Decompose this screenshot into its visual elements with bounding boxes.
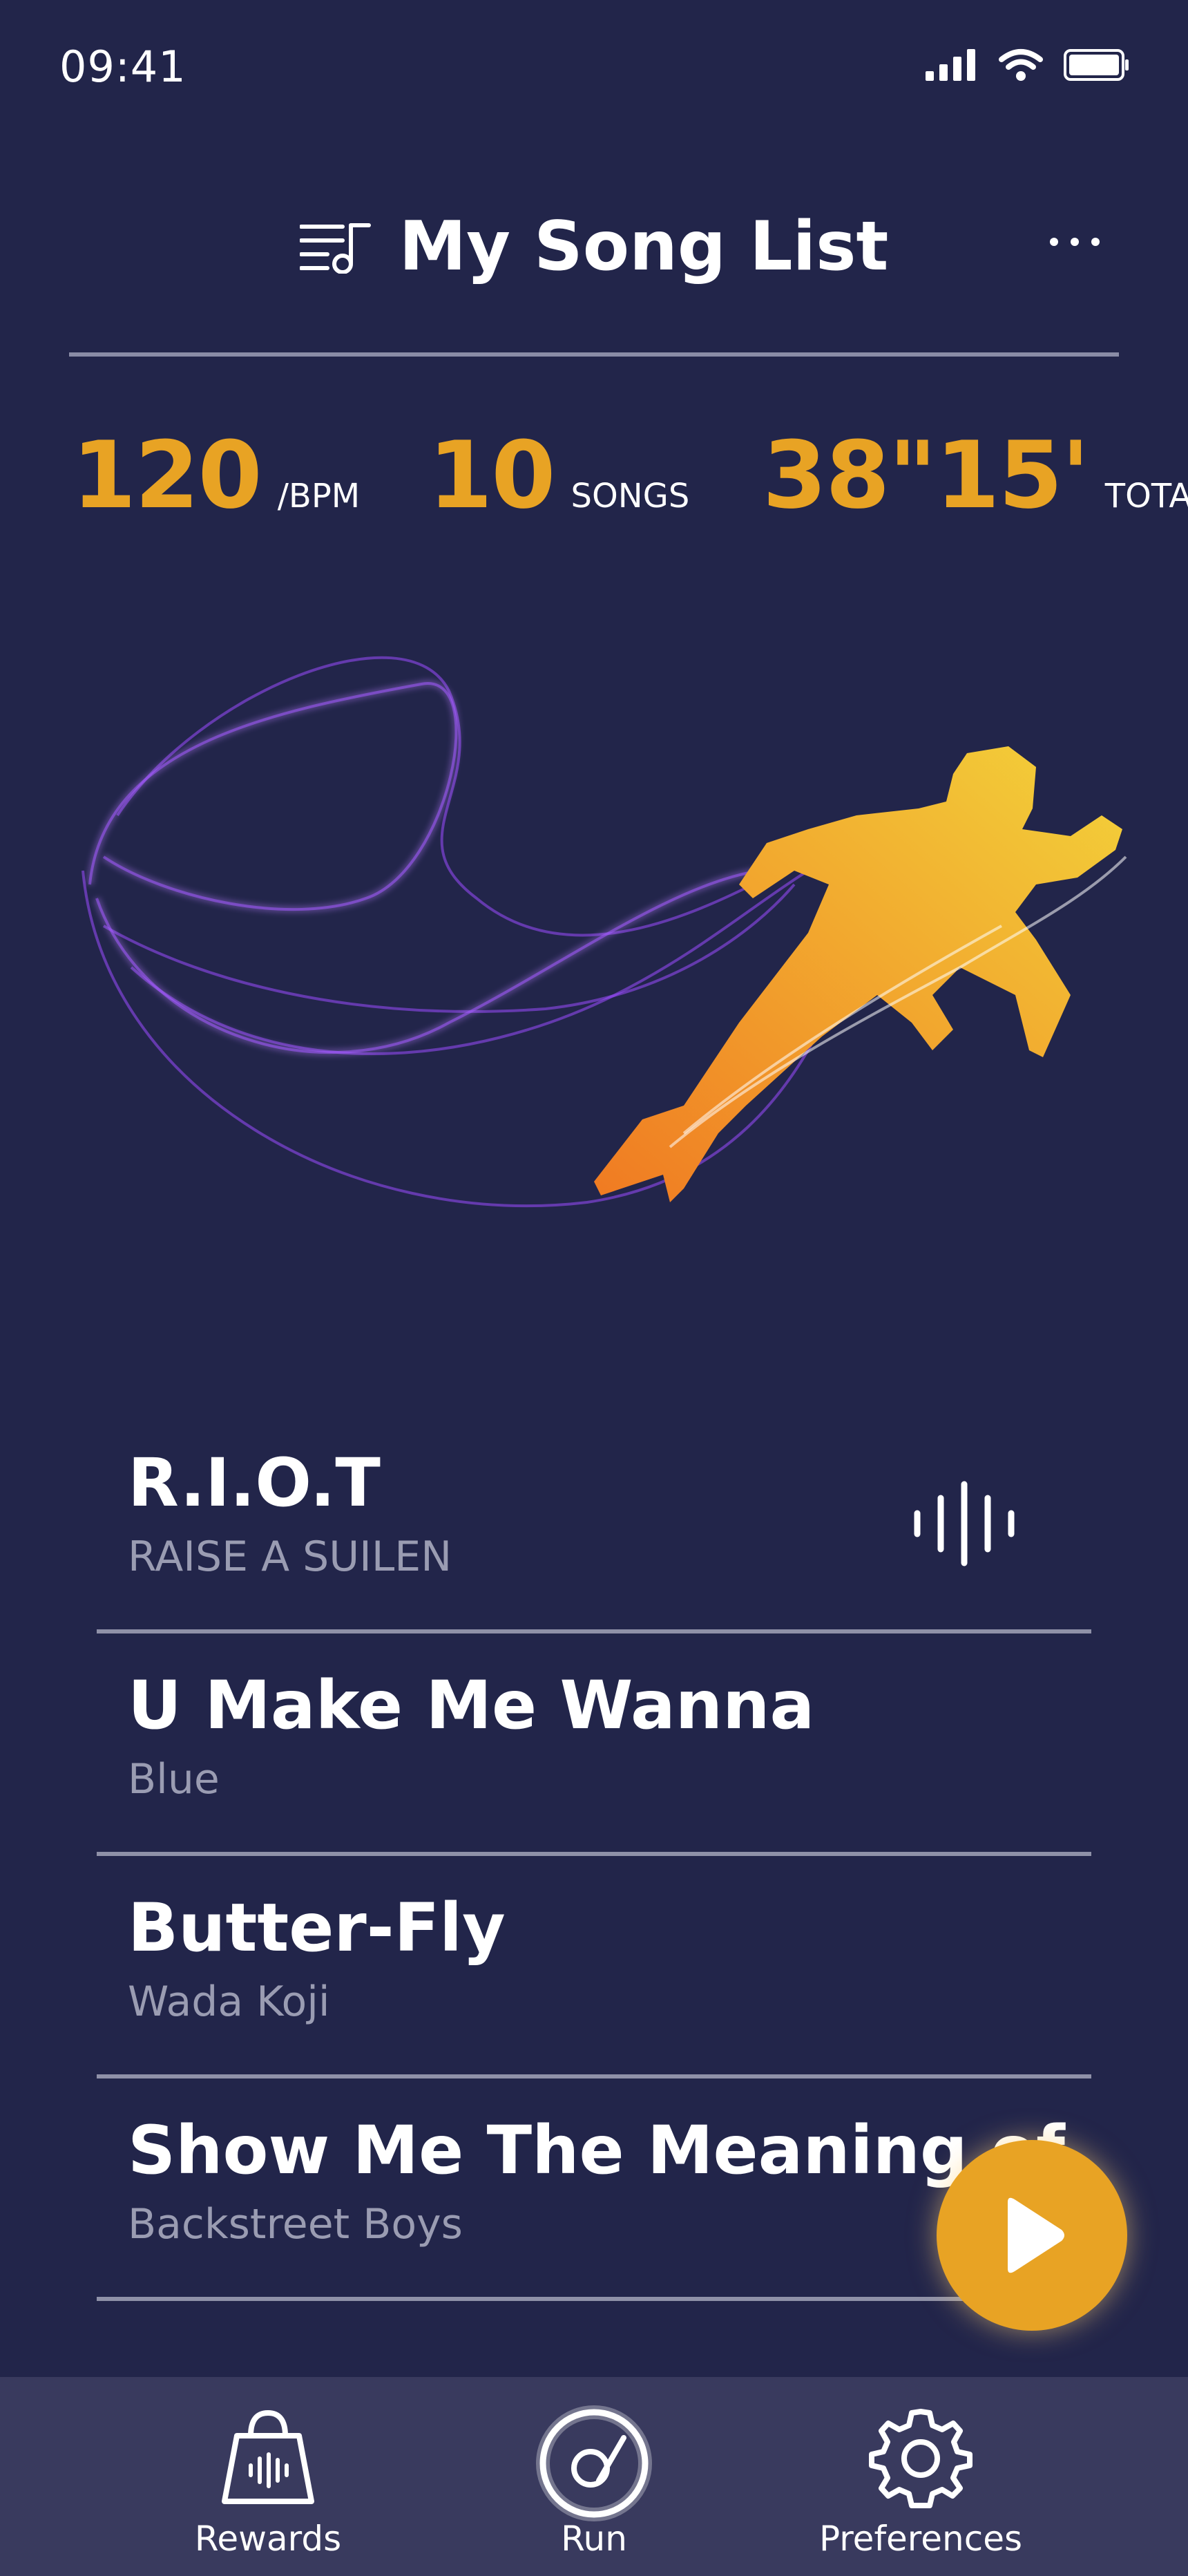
tab-label: Run bbox=[561, 2519, 627, 2559]
wifi-icon bbox=[999, 49, 1043, 81]
page-title: My Song List bbox=[399, 207, 889, 286]
status-icons bbox=[926, 48, 1130, 82]
song-list: R.I.O.T RAISE A SUILEN U Make Me Wanna B… bbox=[97, 1430, 1091, 2320]
tab-run[interactable]: Run bbox=[456, 2377, 732, 2576]
stat-songs: 10 SONGS bbox=[428, 422, 689, 529]
songs-unit: SONGS bbox=[571, 477, 690, 515]
runner-wave-graphic bbox=[82, 656, 1127, 1208]
more-dot bbox=[1071, 238, 1079, 246]
bottom-tab-bar: Rewards Run Preferences bbox=[0, 2377, 1188, 2576]
song-title: Show Me The Meaning of bbox=[128, 2112, 1065, 2189]
song-divider bbox=[97, 1852, 1091, 1856]
header: My Song List bbox=[0, 187, 1188, 311]
song-artist: Backstreet Boys bbox=[128, 2200, 463, 2248]
song-item[interactable]: U Make Me Wanna Blue bbox=[97, 1653, 1091, 1875]
song-item[interactable]: R.I.O.T RAISE A SUILEN bbox=[97, 1430, 1091, 1653]
song-artist: Wada Koji bbox=[128, 1978, 330, 2026]
shopping-bag-icon bbox=[222, 2409, 314, 2504]
status-bar: 09:41 bbox=[0, 0, 1188, 138]
song-divider bbox=[97, 2297, 1091, 2301]
more-options-button[interactable] bbox=[1050, 228, 1112, 256]
total-value: 38"15' bbox=[763, 422, 1090, 529]
song-item[interactable]: Butter-Fly Wada Koji bbox=[97, 1875, 1091, 2098]
more-dot bbox=[1091, 238, 1100, 246]
tab-label: Rewards bbox=[194, 2519, 342, 2559]
status-time: 09:41 bbox=[59, 41, 186, 92]
bpm-unit: /BPM bbox=[277, 477, 361, 515]
song-artist: RAISE A SUILEN bbox=[128, 1533, 452, 1581]
stats-row: 120 /BPM 10 SONGS 38"15' TOTAL bbox=[0, 422, 1188, 532]
stat-total: 38"15' TOTAL bbox=[763, 422, 1188, 529]
song-title: U Make Me Wanna bbox=[128, 1667, 815, 1744]
tab-preferences[interactable]: Preferences bbox=[783, 2377, 1059, 2576]
more-dot bbox=[1050, 238, 1058, 246]
stat-bpm: 120 /BPM bbox=[72, 422, 360, 529]
playlist-icon bbox=[299, 223, 371, 274]
song-divider bbox=[97, 1629, 1091, 1633]
gear-icon bbox=[869, 2409, 973, 2508]
signal-icon bbox=[926, 49, 975, 81]
song-divider bbox=[97, 2074, 1091, 2078]
play-button[interactable] bbox=[937, 2140, 1127, 2331]
play-icon bbox=[1008, 2197, 1064, 2273]
battery-icon bbox=[1064, 49, 1129, 81]
songs-value: 10 bbox=[428, 422, 555, 529]
song-title: Butter-Fly bbox=[128, 1889, 506, 1967]
title-group: My Song List bbox=[0, 207, 1188, 286]
runner-illustration bbox=[62, 608, 1140, 1354]
now-playing-equalizer-icon bbox=[914, 1481, 1015, 1566]
run-disc-icon bbox=[536, 2405, 652, 2521]
song-title: R.I.O.T bbox=[128, 1444, 381, 1522]
bpm-value: 120 bbox=[72, 422, 262, 529]
tab-rewards[interactable]: Rewards bbox=[130, 2377, 406, 2576]
total-unit: TOTAL bbox=[1104, 477, 1188, 515]
header-divider bbox=[69, 352, 1119, 357]
tab-label: Preferences bbox=[818, 2519, 1023, 2559]
song-artist: Blue bbox=[128, 1755, 220, 1803]
